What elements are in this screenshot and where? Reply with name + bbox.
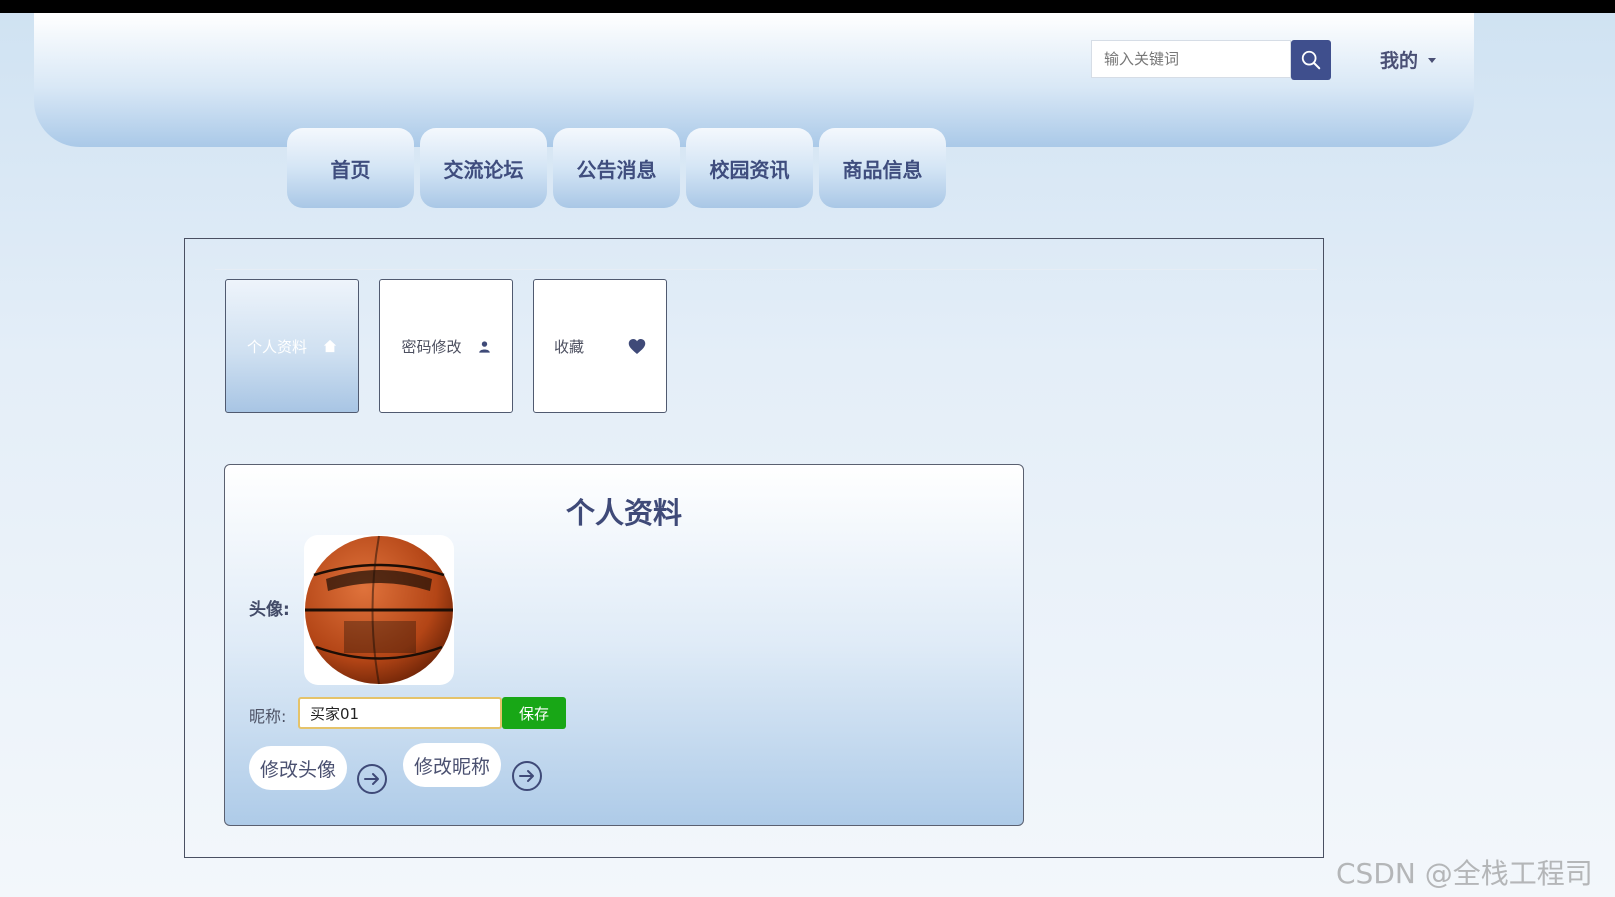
nav-item-campus-news[interactable]: 校园资讯: [686, 128, 813, 208]
nav-item-home[interactable]: 首页: [287, 128, 414, 208]
profile-card: 个人资料 头像: 昵称: 保存: [224, 464, 1024, 826]
search-button[interactable]: [1291, 40, 1331, 80]
divider: [215, 269, 1317, 270]
main-nav: 首页 交流论坛 公告消息 校园资讯 商品信息: [287, 128, 946, 208]
tab-label: 密码修改: [401, 337, 462, 356]
nickname-input[interactable]: [298, 697, 502, 729]
home-icon: [323, 339, 337, 353]
watermark: CSDN @全栈工程司: [1336, 857, 1593, 890]
chevron-down-icon: [1428, 57, 1437, 63]
change-avatar-label: 修改头像: [260, 758, 337, 781]
basketball-image: [305, 535, 453, 685]
avatar-label: 头像:: [249, 600, 290, 620]
change-avatar-button[interactable]: 修改头像: [249, 746, 348, 790]
user-icon: [478, 340, 491, 353]
change-nickname-label: 修改昵称: [414, 755, 491, 778]
user-menu-label: 我的: [1380, 49, 1419, 72]
header: [34, 13, 1474, 147]
tab-label: 个人资料: [246, 337, 307, 356]
heart-icon: [628, 338, 646, 355]
nav-item-products[interactable]: 商品信息: [819, 128, 946, 208]
content-panel: 个人资料 密码修改 收藏 个人资料 头像: 昵称: 买家01 保存 修改头像 修…: [184, 238, 1324, 858]
search-icon: [1301, 50, 1321, 70]
tab-password[interactable]: 密码修改: [379, 279, 513, 413]
tab-label: 收藏: [553, 337, 584, 356]
arrow-right-circle-icon[interactable]: [511, 760, 543, 792]
top-black-bar: [0, 0, 1615, 13]
nav-item-announcements[interactable]: 公告消息: [553, 128, 680, 208]
tab-profile[interactable]: 个人资料: [225, 279, 359, 413]
change-nickname-button[interactable]: 修改昵称: [403, 743, 502, 787]
search-input[interactable]: [1092, 41, 1290, 77]
save-button[interactable]: 保存: [502, 697, 566, 729]
page-title: 个人资料: [565, 496, 682, 530]
user-menu[interactable]: 我的: [1380, 44, 1437, 74]
avatar: [304, 535, 454, 685]
nav-item-forum[interactable]: 交流论坛: [420, 128, 547, 208]
tab-favorites[interactable]: 收藏: [533, 279, 667, 413]
arrow-right-circle-icon[interactable]: [356, 763, 388, 795]
search-box: [1091, 40, 1291, 78]
nickname-label: 昵称:: [249, 707, 287, 726]
